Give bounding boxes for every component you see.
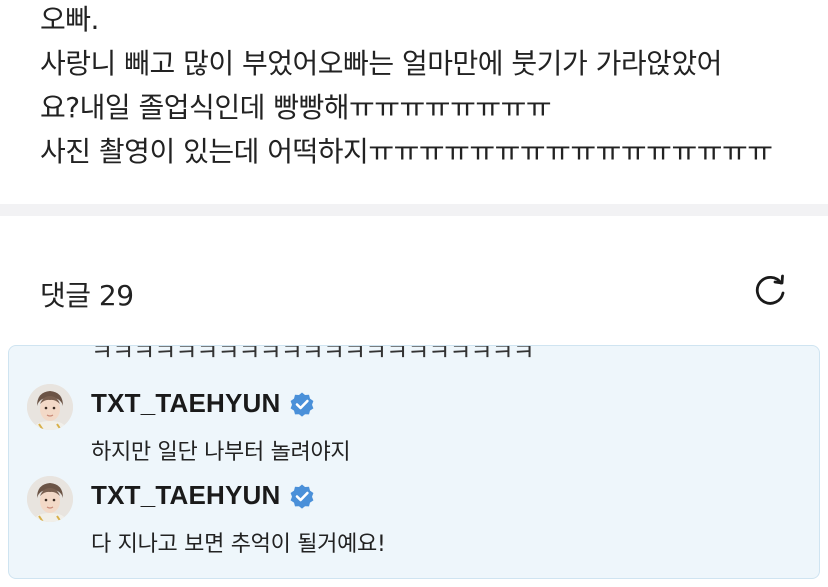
post-line: 사랑니 빼고 많이 부었어오빠는 얼마만에 붓기가 가라앉았어 xyxy=(40,47,722,80)
verified-badge-icon xyxy=(290,484,313,509)
verified-badge-icon xyxy=(290,392,313,417)
comments-count-title: 댓글 29 xyxy=(40,279,134,312)
artist-reply-thread: ㅋㅋㅋㅋㅋㅋㅋㅋㅋㅋㅋㅋㅋㅋㅋㅋㅋㅋㅋㅋㅋ TXT_TAEHYUN 하지만 일단… xyxy=(8,345,820,579)
avatar[interactable] xyxy=(27,384,73,430)
reply-text: 하지만 일단 나부터 놀려야지 xyxy=(91,440,351,465)
comment-text: ㅋㅋㅋㅋㅋㅋㅋㅋㅋㅋㅋㅋㅋㅋㅋㅋㅋㅋㅋㅋㅋ xyxy=(91,345,535,366)
post-line: 요?내일 졸업식인데 빵빵해ㅠㅠㅠㅠㅠㅠㅠㅠ xyxy=(40,91,552,124)
post-line: 사진 촬영이 있는데 어떡하지ㅠㅠㅠㅠㅠㅠㅠㅠㅠㅠㅠㅠㅠㅠㅠㅠ xyxy=(40,135,773,168)
author-row: TXT_TAEHYUN xyxy=(91,480,315,511)
post-body: 오빠. 사랑니 빼고 많이 부었어오빠는 얼마만에 붓기가 가라앉았어 요?내일… xyxy=(40,0,820,174)
author-name[interactable]: TXT_TAEHYUN xyxy=(91,480,281,511)
post-line: 오빠. xyxy=(40,3,99,36)
avatar[interactable] xyxy=(27,476,73,522)
section-divider xyxy=(0,204,828,216)
author-row: TXT_TAEHYUN xyxy=(91,388,315,419)
refresh-icon xyxy=(755,274,785,305)
reply-text: 다 지나고 보면 추억이 될거예요! xyxy=(91,532,386,557)
author-name[interactable]: TXT_TAEHYUN xyxy=(91,388,281,419)
refresh-button[interactable] xyxy=(750,270,790,310)
comments-header: 댓글 29 xyxy=(40,270,790,314)
fan-post-page: 오빠. 사랑니 빼고 많이 부었어오빠는 얼마만에 붓기가 가라앉았어 요?내일… xyxy=(0,0,828,587)
